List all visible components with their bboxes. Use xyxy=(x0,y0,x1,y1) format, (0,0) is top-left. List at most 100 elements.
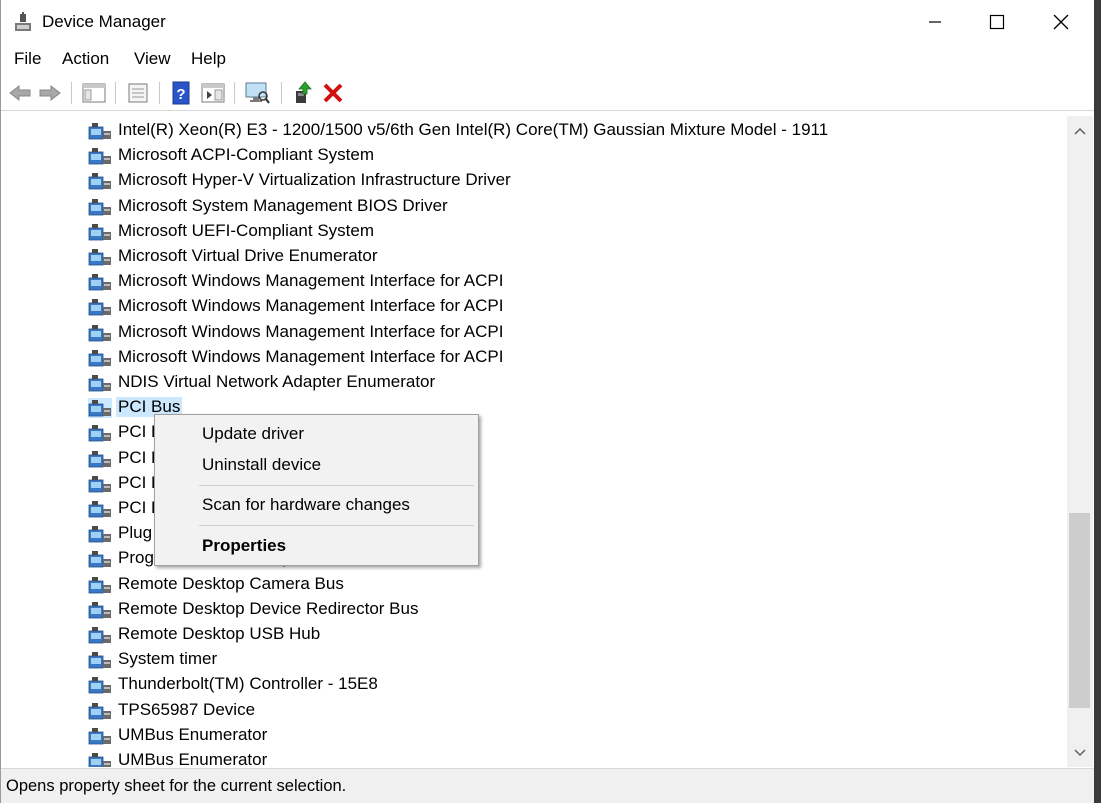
properties-button[interactable] xyxy=(125,80,151,106)
system-device-icon xyxy=(88,726,112,746)
action-pane-button[interactable] xyxy=(200,80,226,106)
system-device-icon xyxy=(88,650,112,670)
toolbar-separator xyxy=(234,82,235,104)
system-device-icon xyxy=(88,575,112,595)
close-icon xyxy=(1053,14,1069,30)
menu-view[interactable]: View xyxy=(134,49,171,69)
system-device-icon xyxy=(88,247,112,267)
maximize-button[interactable] xyxy=(965,0,1029,44)
chevron-up-icon xyxy=(1074,127,1086,135)
maximize-icon xyxy=(989,14,1005,30)
tree-item-label: Remote Desktop Device Redirector Bus xyxy=(118,598,419,618)
tree-item-label: Microsoft Windows Management Interface f… xyxy=(118,346,504,366)
tree-item[interactable]: Remote Desktop Device Redirector Bus xyxy=(2,597,1062,622)
system-device-icon xyxy=(88,373,112,393)
tree-item-label: Intel(R) Xeon(R) E3 - 1200/1500 v5/6th G… xyxy=(118,120,829,139)
status-text: Opens property sheet for the current sel… xyxy=(6,777,347,795)
tree-item-label: TPS65987 Device xyxy=(118,699,256,719)
system-device-icon xyxy=(88,146,112,166)
tree-item-label: Microsoft Virtual Drive Enumerator xyxy=(118,246,378,265)
tree-item-label: UMBus Enumerator xyxy=(118,750,268,767)
system-device-icon xyxy=(88,474,112,494)
tree-item[interactable]: Microsoft Windows Management Interface f… xyxy=(2,320,1062,345)
back-arrow-icon xyxy=(9,84,31,102)
tree-item-label: Microsoft System Management BIOS Driver xyxy=(118,195,448,215)
tree-item[interactable]: Microsoft Windows Management Interface f… xyxy=(2,294,1062,319)
ctx-properties[interactable]: Properties xyxy=(155,531,478,559)
tree-item[interactable]: Remote Desktop Camera Bus xyxy=(2,572,1062,597)
toolbar-separator xyxy=(115,82,116,104)
close-button[interactable] xyxy=(1029,0,1093,44)
tree-item-label: NDIS Virtual Network Adapter Enumerator xyxy=(118,372,436,391)
ctx-separator xyxy=(199,525,474,526)
system-device-icon xyxy=(88,625,112,645)
tree-item-label: UMBus Enumerator xyxy=(118,724,268,744)
system-device-icon xyxy=(88,348,112,368)
tree-item[interactable]: Thunderbolt(TM) Controller - 15E8 xyxy=(2,672,1062,697)
minimize-icon xyxy=(929,21,941,23)
system-device-icon xyxy=(88,675,112,695)
scroll-up-button[interactable] xyxy=(1067,118,1093,144)
menu-file[interactable]: File xyxy=(14,49,41,69)
system-device-icon xyxy=(88,423,112,443)
tree-item-label: Microsoft ACPI-Compliant System xyxy=(118,145,375,165)
ctx-update-driver[interactable]: Update driver xyxy=(155,419,478,447)
ctx-item-label: Scan for hardware changes xyxy=(202,495,410,514)
tree-item[interactable]: Microsoft UEFI-Compliant System xyxy=(2,219,1062,244)
tree-item-label: Remote Desktop USB Hub xyxy=(118,624,321,643)
tree-item[interactable]: Microsoft Hyper-V Virtualization Infrast… xyxy=(2,168,1062,193)
update-driver-button[interactable] xyxy=(289,80,315,106)
ctx-item-label: Update driver xyxy=(202,424,305,443)
ctx-item-label: Properties xyxy=(202,536,287,555)
scroll-thumb[interactable] xyxy=(1069,513,1090,708)
tree-item-label: Remote Desktop Camera Bus xyxy=(118,573,344,593)
ctx-scan-hardware[interactable]: Scan for hardware changes xyxy=(155,490,478,518)
toolbar-separator xyxy=(281,82,282,104)
minimize-button[interactable] xyxy=(903,0,967,44)
uninstall-button[interactable] xyxy=(320,80,346,106)
scan-hardware-button[interactable] xyxy=(244,80,270,106)
forward-button[interactable] xyxy=(37,80,63,106)
menu-help[interactable]: Help xyxy=(191,49,226,69)
show-hide-console-tree-icon xyxy=(82,83,106,103)
system-device-icon xyxy=(88,449,112,469)
tree-item[interactable]: Microsoft System Management BIOS Driver xyxy=(2,194,1062,219)
chevron-down-icon xyxy=(1074,749,1086,757)
tree-item[interactable]: UMBus Enumerator xyxy=(2,723,1062,748)
tree-item[interactable]: Microsoft Virtual Drive Enumerator xyxy=(2,244,1062,269)
tree-item[interactable]: UMBus Enumerator xyxy=(2,748,1062,767)
device-manager-window: Device Manager File Action View Help ? I… xyxy=(0,0,1095,803)
system-device-icon xyxy=(88,222,112,242)
toolbar-separator xyxy=(159,82,160,104)
show-hide-console-tree-button[interactable] xyxy=(81,80,107,106)
properties-icon xyxy=(128,83,148,103)
ctx-uninstall-device[interactable]: Uninstall device xyxy=(155,450,478,478)
menu-action[interactable]: Action xyxy=(62,49,109,69)
tree-item-label: Microsoft Windows Management Interface f… xyxy=(118,296,504,316)
scroll-down-button[interactable] xyxy=(1067,740,1093,766)
tree-item[interactable]: Microsoft ACPI-Compliant System xyxy=(2,143,1062,168)
toolbar-separator xyxy=(71,82,72,104)
tree-item[interactable]: Intel(R) Xeon(R) E3 - 1200/1500 v5/6th G… xyxy=(2,118,1062,143)
system-device-icon xyxy=(88,323,112,343)
tree-item[interactable]: System timer xyxy=(2,647,1062,672)
system-device-icon xyxy=(88,499,112,519)
tree-item[interactable]: NDIS Virtual Network Adapter Enumerator xyxy=(2,370,1062,395)
system-device-icon xyxy=(88,197,112,217)
tree-item[interactable]: Remote Desktop USB Hub xyxy=(2,622,1062,647)
tree-item-label: Microsoft UEFI-Compliant System xyxy=(118,220,374,240)
toolbar: ? xyxy=(1,75,1095,111)
title-bar[interactable]: Device Manager xyxy=(1,0,1095,44)
tree-item[interactable]: TPS65987 Device xyxy=(2,698,1062,723)
ctx-item-label: Uninstall device xyxy=(202,455,322,474)
system-device-icon xyxy=(88,398,112,419)
update-driver-icon xyxy=(296,81,312,103)
vertical-scrollbar[interactable] xyxy=(1067,116,1093,767)
help-button[interactable]: ? xyxy=(168,80,194,106)
scan-hardware-icon xyxy=(245,82,270,104)
back-button[interactable] xyxy=(7,80,33,106)
window-title: Device Manager xyxy=(42,12,166,31)
tree-item[interactable]: Microsoft Windows Management Interface f… xyxy=(2,269,1062,294)
tree-item[interactable]: Microsoft Windows Management Interface f… xyxy=(2,345,1062,370)
action-pane-icon xyxy=(201,83,225,103)
